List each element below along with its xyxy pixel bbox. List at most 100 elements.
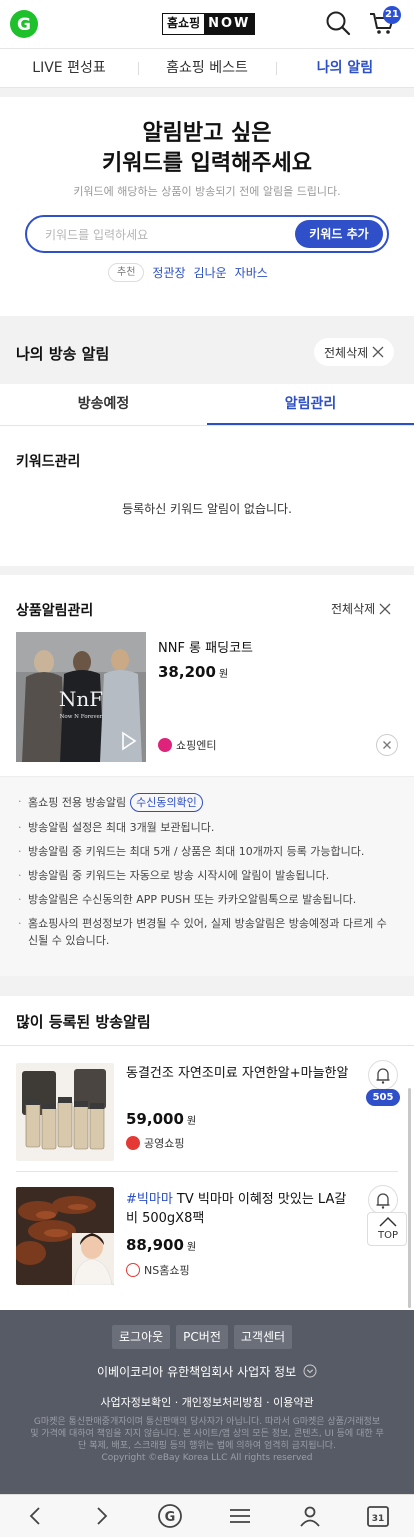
alarm-notice: 홈쇼핑 전용 방송알림수신동의확인 방송알림 설정은 최대 3개월 보관됩니다.… [0,776,414,976]
shop-name: 공영쇼핑 [144,1137,185,1150]
tabs-icon[interactable]: 31 [366,1504,390,1528]
product-hashtag: #빅마마 [126,1192,173,1207]
tab-my-alarm[interactable]: 나의 알림 [276,49,414,87]
recommend-tag: 추천 [108,262,145,282]
my-alarm-header: 나의 방송 알림 전체삭제 [0,316,414,384]
footer: 로그아웃 PC버전 고객센터 이베이코리아 유한책임회사 사업자 정보 사업자정… [0,1310,414,1494]
legal-text: G마켓은 통신판매중개자이며 통신판매의 당사자가 아닙니다. 따라서 G마켓은… [30,1417,384,1451]
recommended-keyword[interactable]: 김나운 [194,264,227,281]
back-arrow-icon[interactable] [24,1504,46,1528]
section-gap [0,976,414,996]
company-info-label: 이베이코리아 유한책임회사 사업자 정보 [97,1365,297,1379]
price-value: 38,200 [158,663,216,681]
homeshopping-now-logo[interactable]: 홈쇼핑 NOW [162,13,256,35]
gmarket-home-icon[interactable]: G [157,1504,183,1530]
price-value: 59,000 [126,1110,184,1128]
close-icon [383,741,391,749]
brand-left-text: 홈쇼핑 [167,16,201,30]
remove-alarm-button[interactable] [376,734,398,756]
tab-homeshopping-best[interactable]: 홈쇼핑 베스트 [138,49,276,87]
notice-item: 홈쇼핑 전용 방송알림수신동의확인 [16,793,390,812]
product-image[interactable]: NnF Now N Forever [16,632,146,762]
section-gap [0,88,414,97]
divider [16,1171,398,1172]
delete-all-label: 전체삭제 [331,602,376,616]
pc-version-button[interactable]: PC버전 [176,1325,228,1349]
footer-links[interactable]: 사업자정보확인 · 개인정보처리방침 · 이용약관 [0,1394,414,1410]
app-header: G 홈쇼핑 NOW 21 [0,0,414,48]
popular-product-price: 88,900 원 [126,1236,196,1254]
notice-item: 방송알림 설정은 최대 3개월 보관됩니다. [16,819,390,836]
alarm-count-badge: 505 [366,1089,400,1106]
my-alarm-title: 나의 방송 알림 [16,345,110,363]
alarm-bell-button[interactable] [368,1060,398,1090]
gmarket-logo[interactable]: G [10,10,38,38]
product-image[interactable] [16,1063,114,1161]
svg-text:G: G [17,15,31,35]
image-brand-text: NnF [59,687,103,711]
delete-all-button[interactable]: 전체삭제 [314,338,395,366]
recommended-keyword[interactable]: 정관장 [152,264,185,281]
keyword-empty-message: 등록하신 키워드 알림이 없습니다. [122,502,292,516]
alarm-bell-button[interactable] [368,1185,398,1215]
section-gap [0,566,414,575]
top-label: TOP [377,1230,398,1241]
notice-item: 방송알림 중 키워드는 최대 5개 / 상품은 최대 10개까지 등록 가능합니… [16,843,390,860]
top-nav-tabs: LIVE 편성표 홈쇼핑 베스트 나의 알림 [0,48,414,88]
bell-icon [376,1193,390,1209]
keyword-input[interactable] [45,225,285,245]
popular-product-price: 59,000 원 [126,1110,196,1128]
popular-alarm-header: 많이 등록된 방송알림 [0,996,414,1046]
my-page-icon[interactable] [298,1504,322,1528]
keyword-hero-subtitle: 키워드에 해당하는 상품이 방송되기 전에 알림을 드립니다. [73,185,341,198]
product-delete-all-button[interactable]: 전체삭제 [331,600,391,617]
consent-check-button[interactable]: 수신동의확인 [130,793,203,812]
notice-text: 홈쇼핑 전용 방송알림 [28,796,127,809]
recommended-keyword[interactable]: 자바스 [235,264,268,281]
tab-scheduled-broadcast[interactable]: 방송예정 [0,384,207,425]
shop-label: 공영쇼핑 [126,1135,184,1151]
popular-product-name[interactable]: 동결건조 자연조미료 자연한알+마늘한알 [126,1064,358,1083]
price-currency: 원 [218,669,229,680]
shop-label: NS홈쇼핑 [126,1262,190,1278]
product-price: 38,200 원 [158,663,228,681]
delete-all-label: 전체삭제 [324,345,369,360]
customer-center-button[interactable]: 고객센터 [233,1325,293,1349]
company-info-toggle[interactable]: 이베이코리아 유한책임회사 사업자 정보 [0,1363,414,1380]
padding-coat-photo: NnF Now N Forever [16,632,146,762]
add-keyword-button[interactable]: 키워드 추가 [295,220,383,248]
menu-icon[interactable] [228,1504,252,1528]
price-currency: 원 [186,1242,197,1253]
scroll-top-button[interactable]: TOP [367,1212,407,1246]
shopnt-logo-icon [158,738,172,752]
tab-live-schedule[interactable]: LIVE 편성표 [0,49,138,87]
recommended-keywords: 추천 정관장 김나운 자바스 [108,262,268,282]
product-manage-title: 상품알림관리 [16,603,94,619]
tab-alarm-manage[interactable]: 알림관리 [207,384,414,425]
cart-count-badge: 21 [383,6,401,24]
popular-alarm-title: 많이 등록된 방송알림 [16,1013,151,1031]
copyright-text: Copyright ©eBay Korea LLC All rights res… [101,1453,313,1463]
image-tagline-text: Now N Forever [60,714,103,720]
hero-title-line2: 키워드를 입력해주세요 [101,151,313,176]
keyword-hero-title: 알림받고 싶은 키워드를 입력해주세요 [0,119,414,179]
hero-title-line1: 알림받고 싶은 [142,121,272,146]
footer-buttons: 로그아웃 PC버전 고객센터 [112,1325,293,1349]
notice-item: 홈쇼핑사의 편성정보가 변경될 수 있어, 실제 방송알림은 방송예정과 다르게… [16,915,390,949]
logout-button[interactable]: 로그아웃 [112,1325,171,1349]
price-value: 88,900 [126,1236,184,1254]
scrollbar[interactable] [408,1088,411,1308]
price-currency: 원 [186,1116,197,1127]
la-galbi-photo [16,1187,114,1285]
browser-bottom-bar: G 31 [0,1494,414,1537]
footer-legal: G마켓은 통신판매중개자이며 통신판매의 당사자가 아닙니다. 따라서 G마켓은… [30,1416,384,1464]
chevron-down-icon [303,1364,317,1378]
popular-product-name[interactable]: #빅마마 TV 빅마마 이혜정 맛있는 LA갈비 500gX8팩 [126,1190,358,1228]
ns-homeshopping-logo-icon [126,1263,140,1277]
product-image[interactable] [16,1187,114,1285]
shop-name: NS홈쇼핑 [144,1264,190,1277]
forward-arrow-icon[interactable] [91,1504,113,1528]
keyword-input-box: 키워드 추가 [25,215,389,253]
product-name[interactable]: NNF 롱 패딩코트 [158,637,253,656]
search-icon[interactable] [325,10,351,36]
